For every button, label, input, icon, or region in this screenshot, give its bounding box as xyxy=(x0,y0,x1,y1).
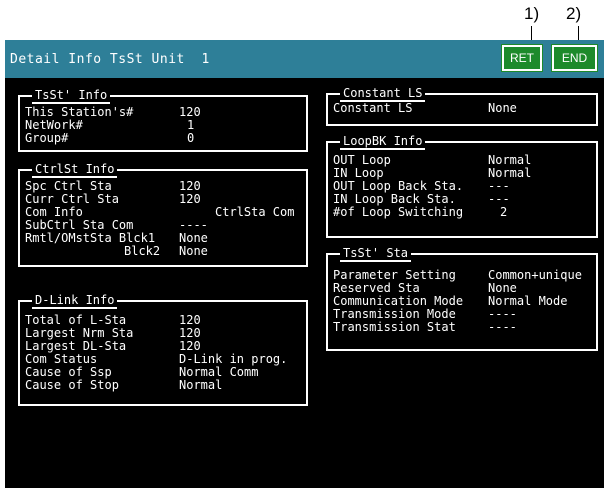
loop-switching-label: #of Loop Switching xyxy=(333,205,464,219)
cause-of-stop-label: Cause of Stop xyxy=(25,378,119,392)
blck2-value: None xyxy=(179,244,208,258)
ctrlst-info-panel: CtrlSt Info Spc Ctrl Sta 120 Curr Ctrl St… xyxy=(18,162,308,267)
loopbk-info-panel: LoopBK Info OUT Loop Normal IN Loop Normal… xyxy=(326,134,598,238)
constant-ls-value: None xyxy=(488,101,517,115)
com-info-value: CtrlSta Com xyxy=(215,205,295,219)
detail-info-screen: Detail Info TsSt Unit 1 RET END TsSt' In… xyxy=(5,40,604,488)
tsst-sta-title: TsSt' Sta xyxy=(340,246,412,262)
dlink-info-title: D-Link Info xyxy=(32,293,118,309)
ctrlst-info-title: CtrlSt Info xyxy=(32,162,118,178)
callout-2: 2) xyxy=(566,4,582,23)
tsst-info-panel: TsSt' Info This Station's# 120 NetWork# 1 … xyxy=(18,88,308,152)
tsst-info-title: TsSt' Info xyxy=(32,88,111,104)
tsst-sta-panel: TsSt' Sta Parameter Setting Common+unique… xyxy=(326,246,598,351)
screen-title: Detail Info TsSt Unit 1 xyxy=(10,52,210,67)
blck2-label: Blck2 xyxy=(124,244,161,258)
transmission-stat-value: ---- xyxy=(488,320,517,334)
dlink-info-panel: D-Link Info Total of L-Sta 120 Largest Nr… xyxy=(18,293,308,406)
constant-ls-label: Constant LS xyxy=(333,101,413,115)
curr-ctrl-sta-value: 120 xyxy=(179,192,201,206)
callout-1: 1) xyxy=(524,4,540,23)
loopbk-info-title: LoopBK Info xyxy=(340,134,426,150)
constant-ls-panel: Constant LS Constant LS None xyxy=(326,86,598,126)
constant-ls-title: Constant LS xyxy=(340,86,426,102)
transmission-stat-label: Transmission Stat xyxy=(333,320,456,334)
end-button[interactable]: END xyxy=(551,44,598,72)
cause-of-stop-value: Normal xyxy=(179,378,223,392)
ret-button[interactable]: RET xyxy=(501,44,543,72)
group-label: Group# xyxy=(25,131,69,145)
title-bar: Detail Info TsSt Unit 1 RET END xyxy=(5,40,604,78)
loop-switching-value: 2 xyxy=(500,205,508,219)
group-value: 0 xyxy=(187,131,195,145)
